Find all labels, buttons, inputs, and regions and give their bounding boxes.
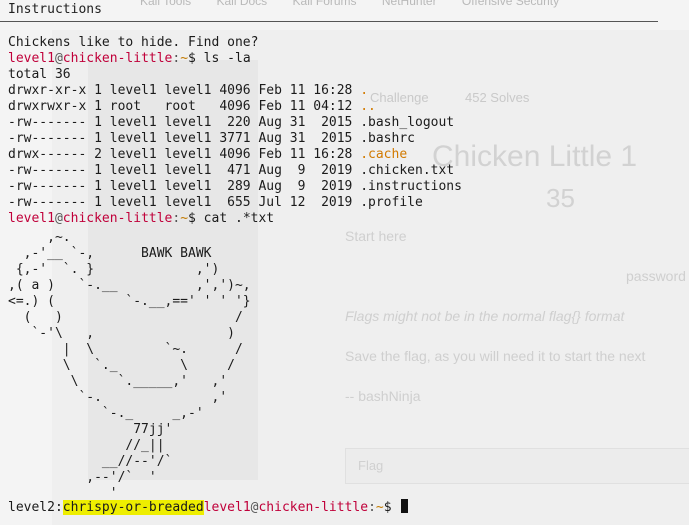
listing-filename: .chicken.txt <box>360 163 455 178</box>
prompt-user: level1 <box>8 211 55 226</box>
prompt-dollar: $ <box>188 51 196 66</box>
terminal-window[interactable]: Instructions Chickens like to hide. Find… <box>0 0 689 525</box>
command-ls: ls -la <box>195 51 251 66</box>
listing-row: -rw------- 1 level1 level1 471 Aug 9 201… <box>8 163 454 179</box>
listing-row: -rw------- 1 level1 level1 289 Aug 9 201… <box>8 179 462 195</box>
prompt-path: ~ <box>180 211 189 226</box>
prompt-user: level1 <box>203 500 251 515</box>
prompt-at: @ <box>54 51 63 66</box>
listing-attrs: -rw------- 1 level1 level1 655 Jul 12 20… <box>8 195 361 210</box>
listing-filename: .. <box>360 99 376 114</box>
listing-row: drwxr-xr-x 1 level1 level1 4096 Feb 11 1… <box>8 83 368 99</box>
intro-line: Chickens like to hide. Find one? <box>8 35 259 50</box>
titlebar-divider <box>0 21 658 22</box>
listing-filename: .bashrc <box>360 131 415 146</box>
listing-row: drwx------ 2 level1 level1 4096 Feb 11 1… <box>8 147 407 163</box>
listing-attrs: -rw------- 1 level1 level1 220 Aug 31 20… <box>8 115 361 130</box>
total-line: total 36 <box>8 67 71 82</box>
listing-attrs: -rw------- 1 level1 level1 289 Aug 9 201… <box>8 179 361 194</box>
listing-filename: .profile <box>360 195 423 210</box>
prompt-line-2: level1@chicken-little:~$ cat .*txt <box>8 211 274 227</box>
listing-row: -rw------- 1 level1 level1 3771 Aug 31 2… <box>8 131 415 147</box>
flag-highlight[interactable]: chrispy-or-breaded <box>62 500 204 515</box>
listing-attrs: -rw------- 1 level1 level1 471 Aug 9 201… <box>8 163 361 178</box>
prompt-dollar: $ <box>383 500 392 515</box>
level2-label: level2 <box>8 500 55 515</box>
listing-row: -rw------- 1 level1 level1 655 Jul 12 20… <box>8 195 423 211</box>
listing-filename: .cache <box>360 147 408 162</box>
terminal-titlebar: Instructions <box>0 0 689 22</box>
prompt-sep: : <box>368 500 376 515</box>
listing-attrs: drwxrwxr-x 1 root root 4096 Feb 11 04:12 <box>8 99 361 114</box>
prompt-user: level1 <box>8 51 55 66</box>
prompt-at: @ <box>54 211 63 226</box>
listing-attrs: drwxr-xr-x 1 level1 level1 4096 Feb 11 1… <box>8 83 361 98</box>
window-title: Instructions <box>8 2 102 17</box>
prompt-line-1: level1@chicken-little:~$ ls -la <box>8 51 251 67</box>
listing-filename: .instructions <box>360 179 462 194</box>
prompt-host: chicken-little <box>62 51 173 66</box>
listing-attrs: -rw------- 1 level1 level1 3771 Aug 31 2… <box>8 131 361 146</box>
prompt-dollar: $ <box>188 211 196 226</box>
prompt-host: chicken-little <box>258 500 369 515</box>
prompt-path: ~ <box>180 51 189 66</box>
prompt-line-3: level2:chrispy-or-breadedlevel1@chicken-… <box>8 499 409 516</box>
listing-row: -rw------- 1 level1 level1 220 Aug 31 20… <box>8 115 454 131</box>
chicken-ascii-art: ,~. ,-'__ `-, BAWK BAWK {,-' `. } ,') ,(… <box>8 230 251 501</box>
command-cat: cat .*txt <box>195 211 275 226</box>
listing-attrs: drwx------ 2 level1 level1 4096 Feb 11 1… <box>8 147 361 162</box>
prompt-host: chicken-little <box>62 211 173 226</box>
level2-colon: : <box>54 500 63 515</box>
listing-filename: .bash_logout <box>360 115 455 130</box>
terminal-cursor[interactable] <box>401 499 409 513</box>
listing-row: drwxrwxr-x 1 root root 4096 Feb 11 04:12… <box>8 99 376 115</box>
listing-filename: . <box>360 83 369 98</box>
prompt-path: ~ <box>375 500 384 515</box>
